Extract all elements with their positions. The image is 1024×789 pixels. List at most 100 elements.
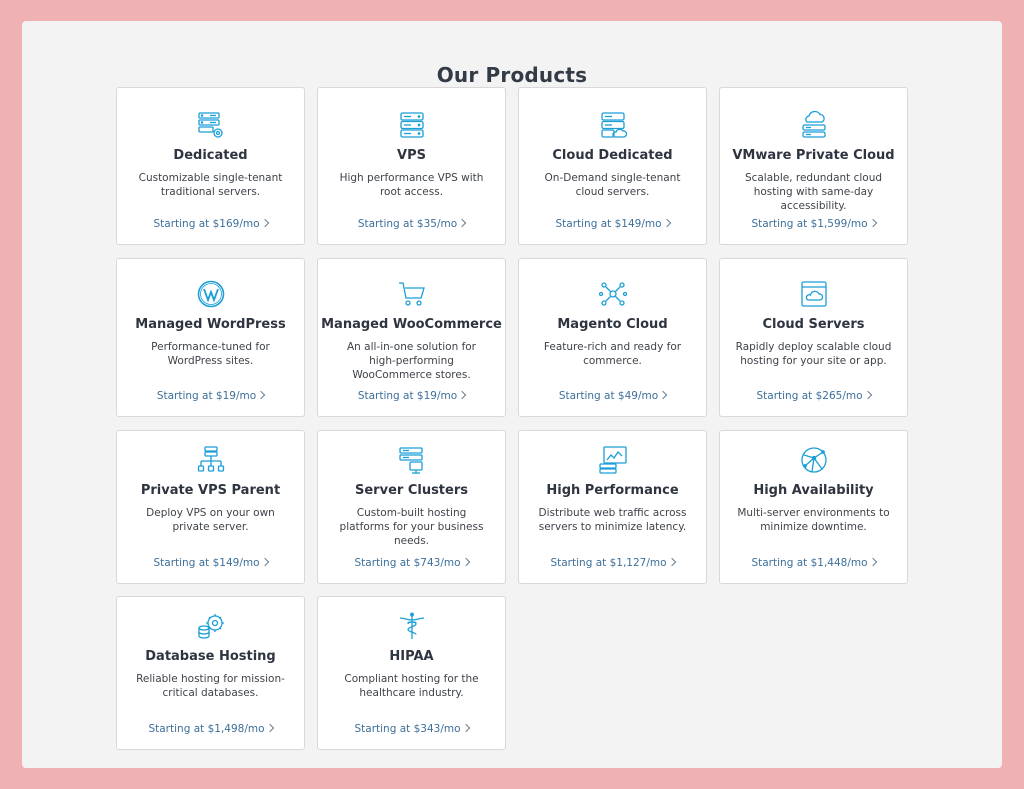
product-price-link[interactable]: Starting at $1,498/mo [117,723,304,735]
price-text: Starting at $19/mo [357,390,458,402]
caduceus-icon [395,609,429,643]
product-card-managed-woocommerce[interactable]: Managed WooCommerce An all-in-one solutio… [317,258,506,417]
product-description: Compliant hosting for the healthcare ind… [344,673,479,699]
product-price-link[interactable]: Starting at $1,448/mo [720,557,907,569]
performance-chart-icon [596,443,630,477]
price-text: Starting at $1,498/mo [148,723,265,735]
price-text: Starting at $19/mo [156,390,257,402]
product-name: Database Hosting [145,649,276,664]
product-name: Managed WooCommerce [321,317,502,332]
product-name: High Availability [753,483,874,498]
wordpress-icon [194,277,228,311]
price-text: Starting at $149/mo [153,557,260,569]
shopping-cart-icon [395,277,429,311]
product-price-link[interactable]: Starting at $343/mo [318,723,505,735]
product-description: High performance VPS with root access. [339,172,484,198]
product-card-cloud-servers[interactable]: Cloud Servers Rapidly deploy scalable clo… [719,258,908,417]
product-price-link[interactable]: Starting at $49/mo [519,390,706,402]
chevron-right-icon [260,218,269,228]
product-description: Custom-built hosting platforms for your … [339,507,484,547]
chevron-right-icon [662,218,671,228]
product-card-vps[interactable]: VPS High performance VPS with root access… [317,87,506,245]
product-description: Rapidly deploy scalable cloud hosting fo… [735,341,892,367]
product-card-cloud-dedicated[interactable]: Cloud Dedicated On-Demand single-tenant c… [518,87,707,245]
product-name: High Performance [546,483,679,498]
cloud-server-icon [596,108,630,142]
product-card-high-performance[interactable]: High Performance Distribute web traffic a… [518,430,707,584]
product-name: Managed WordPress [135,317,286,332]
chevron-right-icon [256,390,266,400]
magento-network-icon [596,277,630,311]
product-description: Multi-server environments to minimize do… [737,507,890,533]
price-text: Starting at $343/mo [354,723,461,735]
price-text: Starting at $35/mo [357,218,458,230]
product-card-private-vps-parent[interactable]: Private VPS Parent Deploy VPS on your own… [116,430,305,584]
product-price-link[interactable]: Starting at $149/mo [117,557,304,569]
product-card-dedicated[interactable]: Dedicated Customizable single-tenant trad… [116,87,305,245]
server-stack-icon [395,108,429,142]
product-price-link[interactable]: Starting at $743/mo [318,557,505,569]
globe-network-icon [797,443,831,477]
chevron-right-icon [658,390,668,400]
product-description: Deploy VPS on your own private server. [146,507,275,533]
price-text: Starting at $265/mo [756,390,863,402]
chevron-right-icon [863,390,872,400]
chevron-right-icon [868,557,877,567]
product-name: Cloud Dedicated [552,148,673,163]
product-price-link[interactable]: Starting at $1,127/mo [519,557,706,569]
product-price-link[interactable]: Starting at $35/mo [318,218,505,230]
product-card-managed-wordpress[interactable]: Managed WordPress Performance-tuned for W… [116,258,305,417]
product-description: Customizable single-tenant traditional s… [138,172,283,198]
product-description: Scalable, redundant cloud hosting with s… [744,172,883,212]
page-title: Our Products [436,63,588,87]
price-text: Starting at $169/mo [153,218,260,230]
chevron-right-icon [461,557,470,567]
product-name: Magento Cloud [557,317,668,332]
chevron-right-icon [457,390,467,400]
database-gear-icon [194,609,228,643]
price-text: Starting at $149/mo [555,218,662,230]
price-text: Starting at $1,127/mo [550,557,667,569]
chevron-right-icon [868,218,877,228]
product-description: Feature-rich and ready for commerce. [543,341,682,367]
product-name: VMware Private Cloud [732,148,895,163]
price-text: Starting at $743/mo [354,557,461,569]
chevron-right-icon [461,723,470,733]
chevron-right-icon [457,218,467,228]
product-card-magento-cloud[interactable]: Magento Cloud Feature-rich and ready for … [518,258,707,417]
product-description: An all-in-one solution for high-performi… [346,341,477,381]
chevron-right-icon [260,557,269,567]
product-name: Private VPS Parent [140,483,281,498]
product-price-link[interactable]: Starting at $149/mo [519,218,706,230]
product-description: Distribute web traffic across servers to… [538,507,687,533]
product-price-link[interactable]: Starting at $19/mo [117,390,304,402]
price-text: Starting at $49/mo [558,390,659,402]
product-card-vmware-private-cloud[interactable]: VMware Private Cloud Scalable, redundant … [719,87,908,245]
cloud-window-icon [797,277,831,311]
product-description: On-Demand single-tenant cloud servers. [544,172,681,198]
dedicated-server-icon [194,108,228,142]
product-name: HIPAA [389,649,434,664]
product-description: Reliable hosting for mission-critical da… [136,673,285,699]
product-card-database-hosting[interactable]: Database Hosting Reliable hosting for mis… [116,596,305,750]
server-tree-icon [194,443,228,477]
products-panel: Our Products Dedicated Customizable singl… [22,21,1002,768]
product-card-hipaa[interactable]: HIPAA Compliant hosting for the healthcar… [317,596,506,750]
price-text: Starting at $1,599/mo [751,218,868,230]
price-text: Starting at $1,448/mo [751,557,868,569]
product-description: Performance-tuned for WordPress sites. [151,341,270,367]
product-name: Dedicated [173,148,248,163]
product-price-link[interactable]: Starting at $265/mo [720,390,907,402]
product-price-link[interactable]: Starting at $19/mo [318,390,505,402]
cloud-stack-icon [797,108,831,142]
product-card-high-availability[interactable]: High Availability Multi-server environmen… [719,430,908,584]
product-name: VPS [397,148,426,163]
product-price-link[interactable]: Starting at $1,599/mo [720,218,907,230]
server-cluster-icon [395,443,429,477]
product-name: Cloud Servers [762,317,865,332]
chevron-right-icon [667,557,676,567]
product-name: Server Clusters [355,483,468,498]
chevron-right-icon [265,723,274,733]
product-price-link[interactable]: Starting at $169/mo [117,218,304,230]
product-card-server-clusters[interactable]: Server Clusters Custom-built hosting plat… [317,430,506,584]
